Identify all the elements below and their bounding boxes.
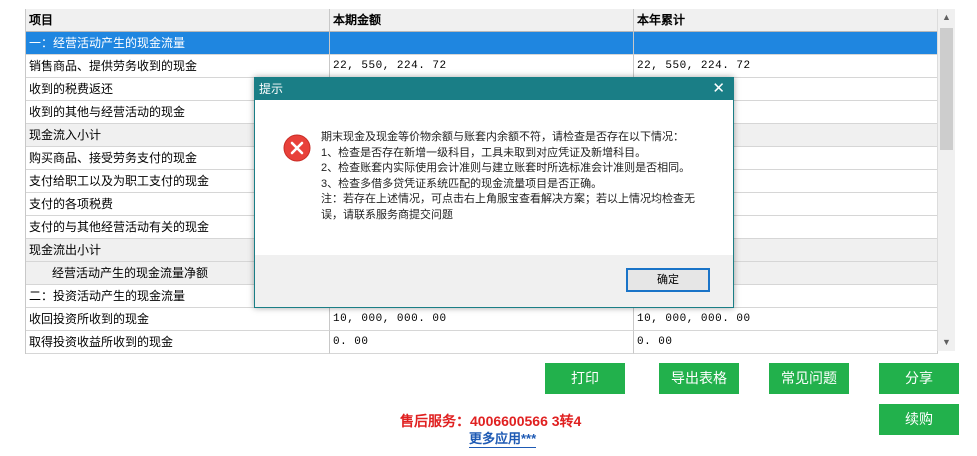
message-line: 3、检查多借多贷凭证系统匹配的现金流量项目是否正确。 xyxy=(321,177,603,190)
more-apps-link[interactable]: 更多应用*** xyxy=(469,431,537,448)
dialog-title-bar[interactable]: 提示 ✕ xyxy=(255,78,733,100)
column-header-item[interactable]: 项目 xyxy=(26,9,330,32)
message-line: 2、检查账套内实际使用会计准则与建立账套时所选标准会计准则是否相同。 xyxy=(321,162,691,174)
error-icon xyxy=(283,134,311,162)
table-header: 项目 本期金额 本年累计 xyxy=(26,9,938,32)
ok-button[interactable]: 确定 xyxy=(626,268,710,292)
message-line: 1、检查是否存在新增一级科目，工具未取到对应凭证及新增科目。 xyxy=(321,146,647,159)
scroll-down-icon[interactable]: ▼ xyxy=(938,334,955,351)
row-item[interactable]: 取得投资收益所收到的现金 xyxy=(26,331,330,354)
dialog-title: 提示 xyxy=(259,82,284,96)
row-item[interactable]: 一：经营活动产生的现金流量 xyxy=(26,32,330,55)
after-sales-service-text: 售后服务：4006600566 3转4 xyxy=(400,413,582,429)
row-ytd[interactable] xyxy=(634,32,938,55)
row-current[interactable]: 0. 00 xyxy=(330,331,634,354)
share-button[interactable]: 分享 xyxy=(879,363,959,394)
close-icon[interactable]: ✕ xyxy=(712,78,725,100)
table-row[interactable]: 取得投资收益所收到的现金 0. 00 0. 00 xyxy=(26,331,938,354)
row-item[interactable]: 收回投资所收到的现金 xyxy=(26,308,330,331)
dialog-body: 期末现金及现金等价物余额与账套内余额不符，请检查是否存在以下情况： 1、检查是否… xyxy=(255,100,733,254)
column-header-ytd[interactable]: 本年累计 xyxy=(634,9,938,32)
column-header-current-amount[interactable]: 本期金额 xyxy=(330,9,634,32)
row-ytd[interactable]: 22, 550, 224. 72 xyxy=(634,55,938,78)
print-button[interactable]: 打印 xyxy=(545,363,625,394)
table-row[interactable]: 收回投资所收到的现金 10, 000, 000. 00 10, 000, 000… xyxy=(26,308,938,331)
dialog-message: 期末现金及现金等价物余额与账套内余额不符，请检查是否存在以下情况： 1、检查是否… xyxy=(321,130,711,223)
row-item[interactable]: 销售商品、提供劳务收到的现金 xyxy=(26,55,330,78)
row-ytd[interactable]: 10, 000, 000. 00 xyxy=(634,308,938,331)
vertical-scrollbar[interactable]: ▲ ▼ xyxy=(937,9,955,351)
message-line: 期末现金及现金等价物余额与账套内余额不符，请检查是否存在以下情况： xyxy=(321,131,684,143)
message-note: 注：若存在上述情况，可点击右上角服宝查看解决方案；若以上情况均检查无误，请联系服… xyxy=(321,193,695,221)
alert-dialog: 提示 ✕ 期末现金及现金等价物余额与账套内余额不符，请检查是否存在以下情况： 1… xyxy=(254,77,734,308)
row-ytd[interactable]: 0. 00 xyxy=(634,331,938,354)
export-table-button[interactable]: 导出表格 xyxy=(659,363,739,394)
scrollbar-thumb[interactable] xyxy=(940,28,953,150)
table-row[interactable]: 销售商品、提供劳务收到的现金 22, 550, 224. 72 22, 550,… xyxy=(26,55,938,78)
scroll-up-icon[interactable]: ▲ xyxy=(938,9,955,26)
faq-button[interactable]: 常见问题 xyxy=(769,363,849,394)
row-current[interactable] xyxy=(330,32,634,55)
row-current[interactable]: 22, 550, 224. 72 xyxy=(330,55,634,78)
row-current[interactable]: 10, 000, 000. 00 xyxy=(330,308,634,331)
renew-button[interactable]: 续购 xyxy=(879,404,959,435)
dialog-footer: 确定 xyxy=(255,255,733,307)
table-row[interactable]: 一：经营活动产生的现金流量 xyxy=(26,32,938,55)
